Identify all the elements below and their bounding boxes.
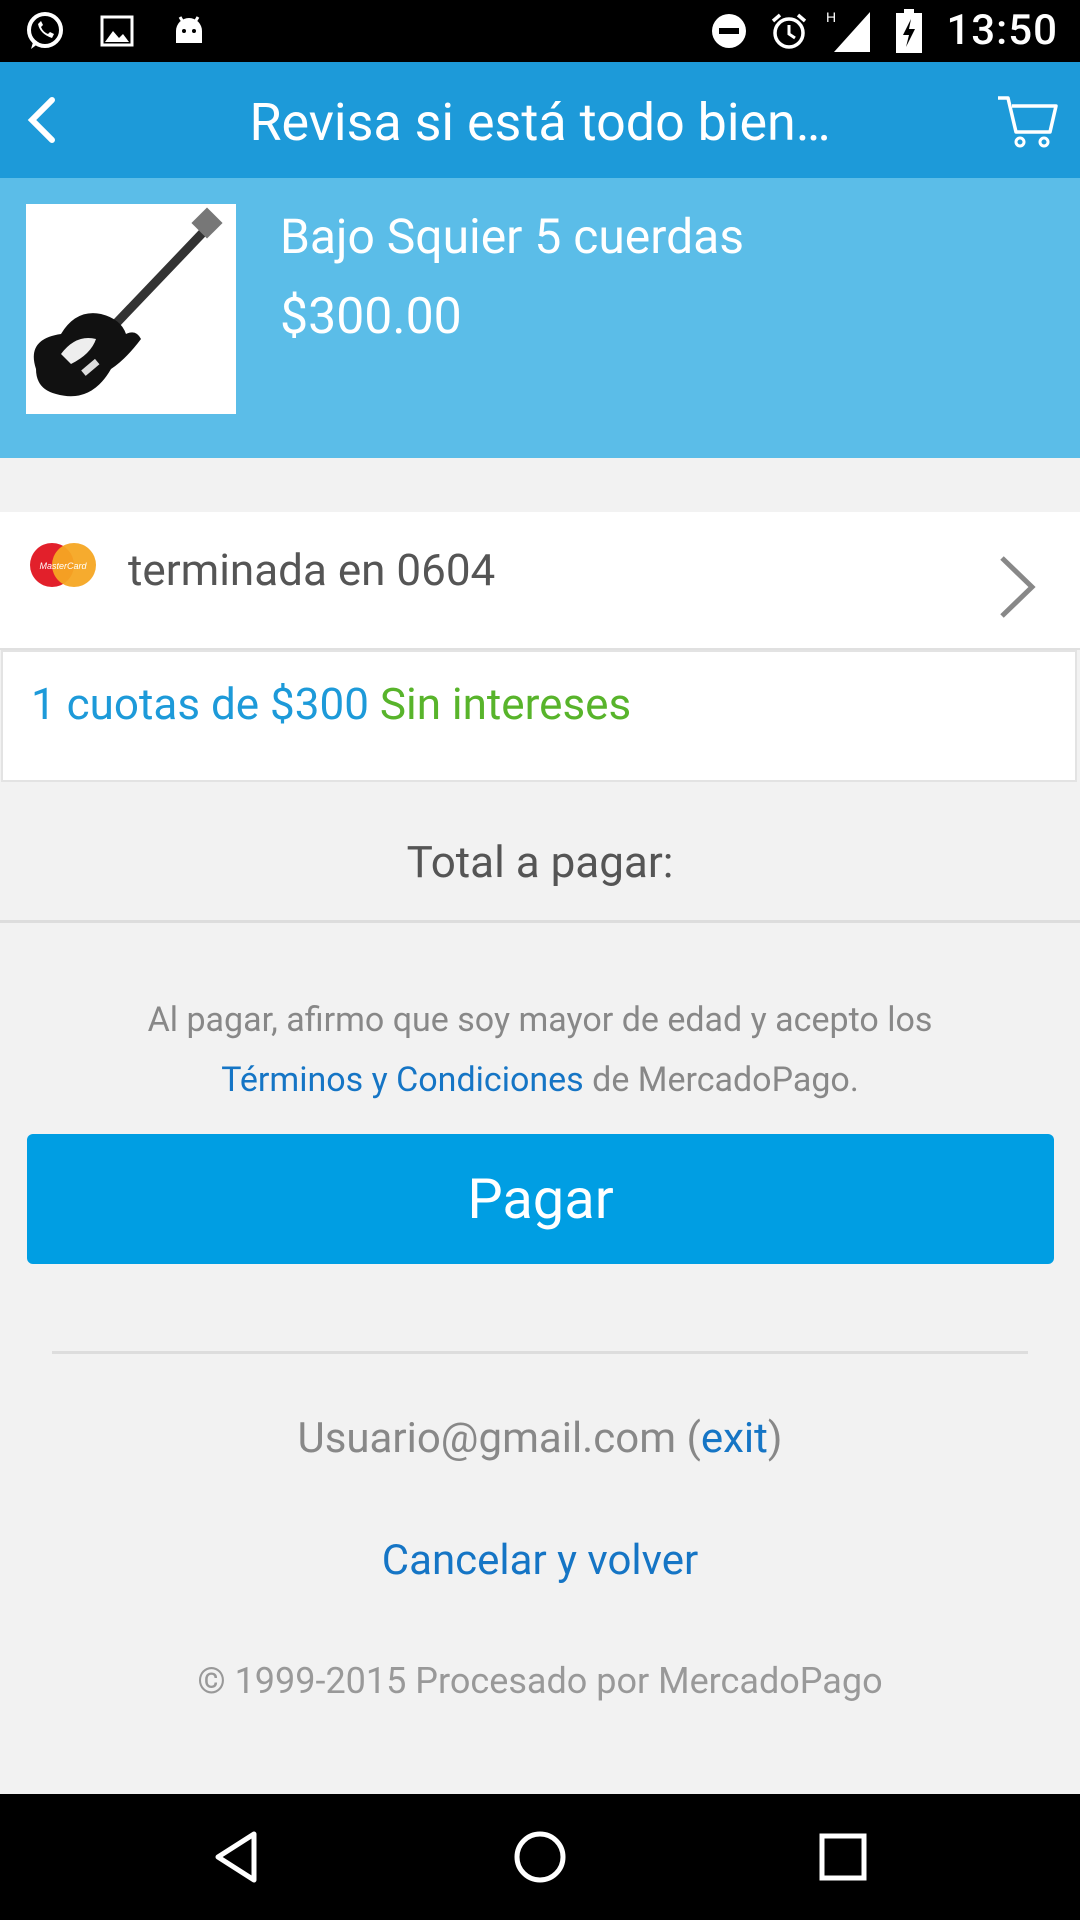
battery-icon (886, 8, 932, 54)
payment-method-row[interactable]: MasterCard terminada en 0604 (0, 512, 1080, 650)
product-summary: Bajo Squier 5 cuerdas $300.00 (0, 178, 1080, 458)
product-name: Bajo Squier 5 cuerdas (280, 208, 745, 265)
cancel-link[interactable]: Cancelar y volver (0, 1536, 1080, 1585)
installments-text: 1 cuotas de $300 Sin intereses (31, 678, 631, 730)
gallery-icon (94, 8, 140, 54)
terms-suffix: de MercadoPago. (592, 1060, 859, 1100)
close-paren: ) (767, 1414, 783, 1463)
user-email: Usuario@gmail.com (297, 1414, 677, 1463)
page-title: Revisa si está todo bien… (249, 92, 831, 153)
installments-box[interactable]: 1 cuotas de $300 Sin intereses (1, 650, 1077, 782)
open-paren: ( (676, 1414, 701, 1463)
home-nav-icon[interactable] (507, 1824, 573, 1890)
terms-link[interactable]: Términos y Condiciones (221, 1060, 584, 1100)
installments-interest: Sin intereses (379, 678, 632, 730)
svg-text:H: H (826, 9, 836, 25)
terms-prefix: Al pagar, afirmo que soy mayor de edad y… (147, 1000, 933, 1040)
product-image (26, 204, 236, 414)
exit-link[interactable]: exit (701, 1414, 768, 1463)
mastercard-icon: MasterCard (26, 540, 100, 590)
app-bar: Revisa si está todo bien… (0, 62, 1080, 178)
terms-text: Al pagar, afirmo que soy mayor de edad y… (60, 990, 1020, 1110)
pay-button[interactable]: Pagar (27, 1134, 1054, 1264)
back-arrow-icon[interactable] (12, 90, 72, 150)
alarm-icon (766, 8, 812, 54)
navigation-bar (0, 1794, 1080, 1920)
back-nav-icon[interactable] (204, 1824, 270, 1890)
status-time: 13:50 (946, 6, 1058, 55)
dnd-icon (706, 8, 752, 54)
divider (0, 920, 1080, 923)
recents-nav-icon[interactable] (810, 1824, 876, 1890)
account-line: Usuario@gmail.com (exit) (0, 1414, 1080, 1463)
card-ending-label: terminada en 0604 (128, 544, 496, 596)
copyright-footer: © 1999-2015 Procesado por MercadoPago (197, 1660, 883, 1702)
signal-icon: H (826, 8, 872, 54)
divider (52, 1351, 1028, 1354)
product-price: $300.00 (280, 288, 462, 346)
chevron-right-icon[interactable] (994, 552, 1040, 622)
status-bar: H 13:50 (0, 0, 1080, 62)
whatsapp-icon (22, 8, 68, 54)
android-icon (166, 8, 212, 54)
cart-icon[interactable] (996, 90, 1060, 154)
svg-text:MasterCard: MasterCard (39, 561, 87, 571)
installments-amount: 1 cuotas de $300 (31, 678, 369, 730)
total-label: Total a pagar: (406, 836, 674, 888)
